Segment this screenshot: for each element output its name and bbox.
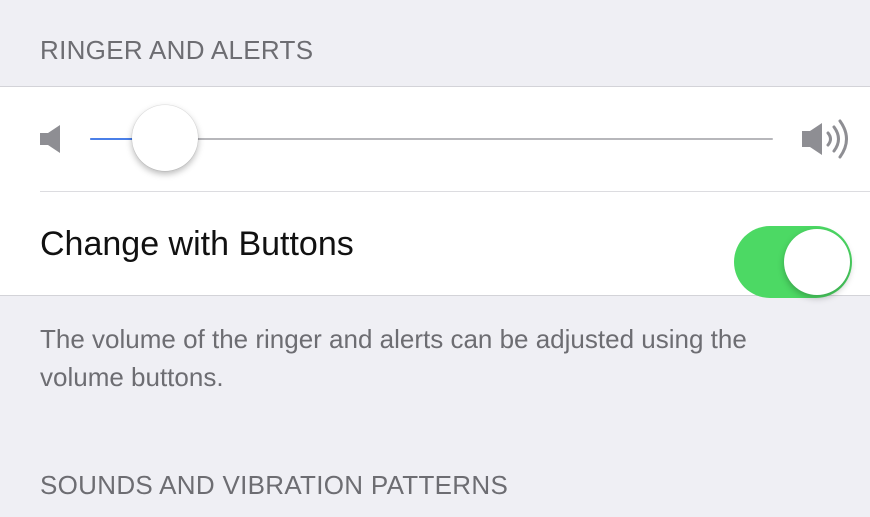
section-header-sounds-and-vibration: SOUNDS AND VIBRATION PATTERNS xyxy=(40,470,509,500)
speaker-high-icon xyxy=(800,117,856,161)
volume-slider-thumb[interactable] xyxy=(132,105,199,171)
change-with-buttons-row[interactable]: Change with Buttons xyxy=(0,192,870,298)
ringer-settings-group: Change with Buttons xyxy=(0,86,870,298)
section-header-ringer-and-alerts: RINGER AND ALERTS xyxy=(40,35,314,65)
ringer-footer-note: The volume of the ringer and alerts can … xyxy=(40,324,747,392)
volume-slider-row xyxy=(0,87,870,191)
speaker-low-icon xyxy=(38,123,66,155)
change-with-buttons-label: Change with Buttons xyxy=(40,225,354,263)
toggle-knob xyxy=(784,229,850,295)
change-with-buttons-toggle[interactable] xyxy=(734,226,852,298)
